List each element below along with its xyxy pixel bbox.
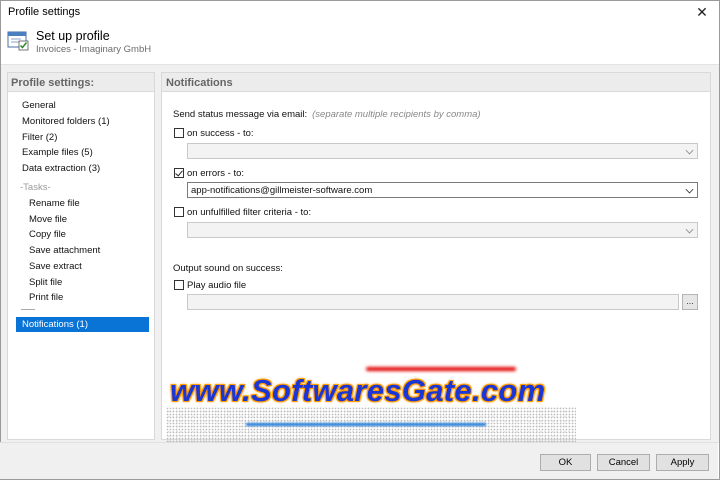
header-subtitle: Invoices - Imaginary GmbH	[36, 44, 152, 55]
chevron-down-icon[interactable]	[685, 146, 694, 155]
watermark-blue-line	[246, 423, 486, 426]
audio-file-path-input[interactable]	[187, 294, 679, 310]
ok-button[interactable]: OK	[540, 454, 591, 471]
nav-item-data-extraction[interactable]: Data extraction (3)	[22, 163, 100, 174]
browse-audio-button[interactable]: ...	[682, 294, 698, 310]
nav-task-rename-file[interactable]: Rename file	[29, 198, 80, 209]
window-title: Profile settings	[8, 6, 81, 18]
nav-task-save-extract[interactable]: Save extract	[29, 261, 82, 272]
on-errors-label: on errors - to:	[187, 168, 245, 179]
settings-nav-panel: Profile settings: General Monitored fold…	[7, 72, 155, 440]
on-errors-recipients-value: app-notifications@gillmeister-software.c…	[191, 185, 373, 196]
nav-task-print-file[interactable]: Print file	[29, 292, 63, 303]
play-audio-label: Play audio file	[187, 280, 247, 291]
watermark-text: www.SoftwaresGate.com	[170, 373, 546, 408]
chevron-down-icon[interactable]	[685, 185, 694, 194]
sound-label: Output sound on success:	[173, 263, 283, 274]
nav-task-save-attachment[interactable]: Save attachment	[29, 245, 100, 256]
nav-item-monitored-folders[interactable]: Monitored folders (1)	[22, 116, 110, 127]
title-bar: Profile settings ✕	[1, 1, 719, 23]
chevron-down-icon[interactable]	[685, 225, 694, 234]
on-errors-checkbox[interactable]	[174, 168, 184, 178]
on-success-checkbox[interactable]	[174, 128, 184, 138]
dialog-header: Set up profile Invoices - Imaginary GmbH	[1, 23, 719, 65]
watermark-overlay: www.SoftwaresGate.com	[166, 355, 576, 450]
cancel-button[interactable]: Cancel	[597, 454, 650, 471]
email-label: Send status message via email: (separate …	[173, 109, 481, 120]
close-icon[interactable]: ✕	[685, 1, 719, 23]
nav-item-notifications[interactable]: Notifications (1)	[16, 317, 149, 332]
nav-item-filter[interactable]: Filter (2)	[22, 132, 57, 143]
profile-settings-icon	[7, 31, 29, 51]
apply-button[interactable]: Apply	[656, 454, 709, 471]
nav-task-copy-file[interactable]: Copy file	[29, 229, 66, 240]
header-title: Set up profile	[36, 29, 110, 43]
on-success-label: on success - to:	[187, 128, 254, 139]
watermark-red-bar	[366, 367, 516, 371]
nav-task-move-file[interactable]: Move file	[29, 214, 67, 225]
nav-tasks-header: -Tasks-	[20, 182, 51, 193]
nav-task-split-file[interactable]: Split file	[29, 277, 62, 288]
nav-panel-title: Profile settings:	[8, 73, 154, 92]
nav-item-example-files[interactable]: Example files (5)	[22, 147, 93, 158]
on-success-recipients-combo[interactable]	[187, 143, 698, 159]
on-unfulfilled-recipients-combo[interactable]	[187, 222, 698, 238]
nav-item-general[interactable]: General	[22, 100, 56, 111]
on-errors-recipients-combo[interactable]: app-notifications@gillmeister-software.c…	[187, 182, 698, 198]
on-unfulfilled-label: on unfulfilled filter criteria - to:	[187, 207, 312, 218]
nav-divider	[21, 309, 35, 310]
on-unfulfilled-checkbox[interactable]	[174, 207, 184, 217]
play-audio-checkbox[interactable]	[174, 280, 184, 290]
notifications-panel-title: Notifications	[162, 73, 710, 92]
email-hint: (separate multiple recipients by comma)	[312, 109, 481, 120]
